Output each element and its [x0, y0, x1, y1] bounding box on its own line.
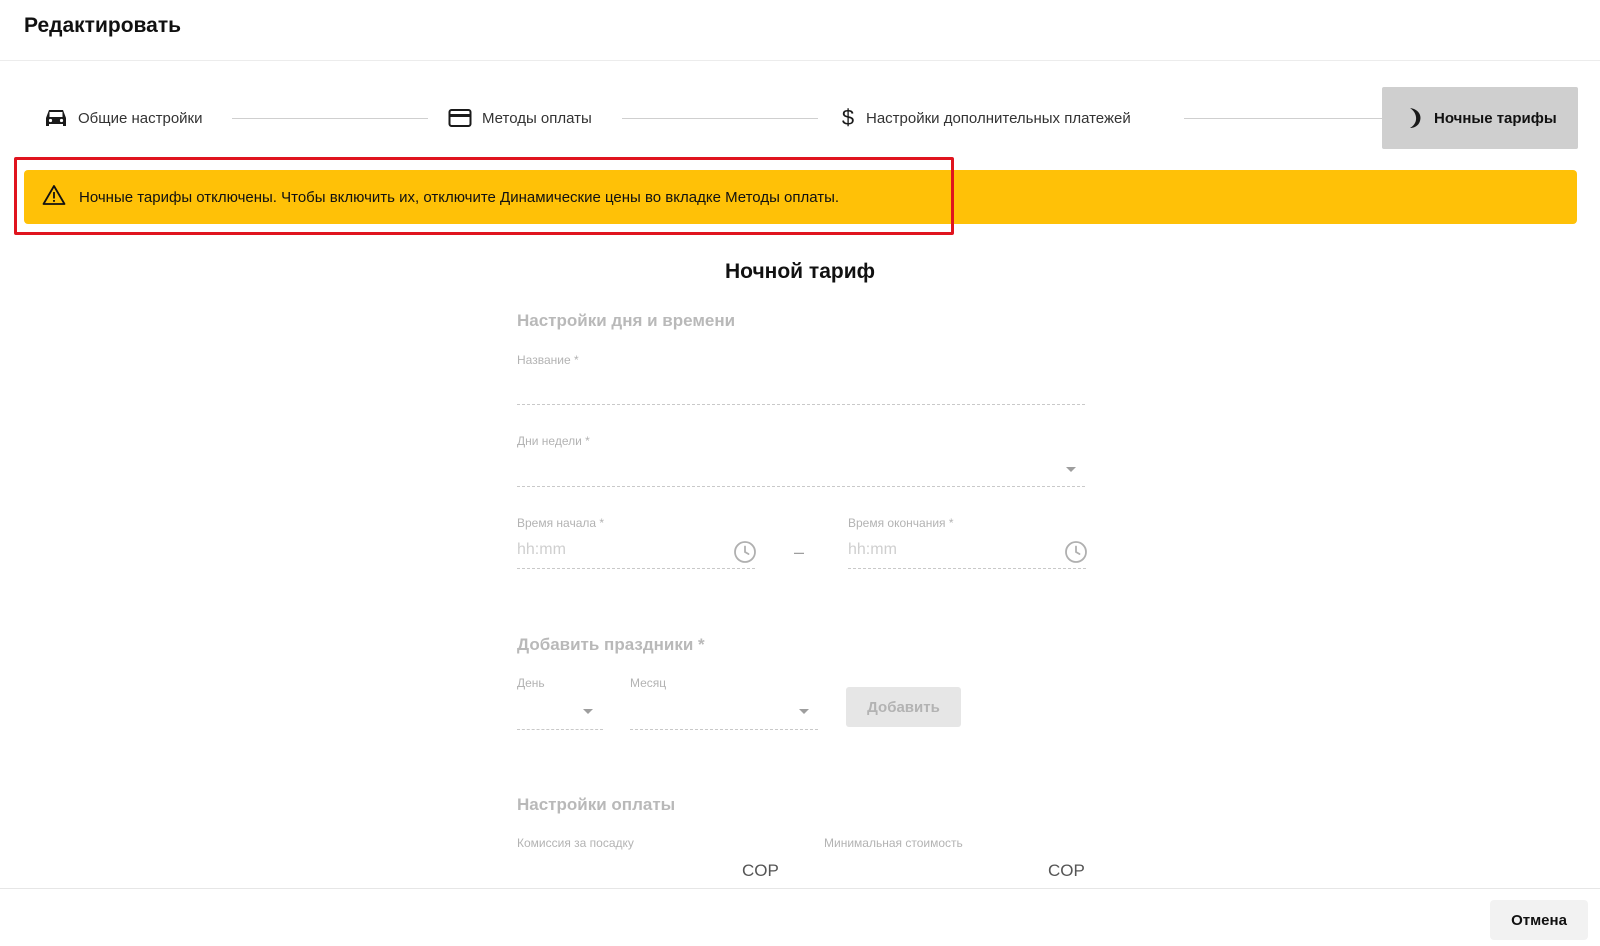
name-input[interactable]	[517, 404, 1085, 405]
cancel-button[interactable]: Отмена	[1490, 900, 1588, 940]
name-label: Название *	[517, 353, 579, 367]
day-select[interactable]	[517, 729, 603, 730]
chevron-down-icon[interactable]	[799, 709, 809, 714]
datetime-section-title: Настройки дня и времени	[517, 311, 736, 330]
holidays-section-title: Добавить праздники *	[517, 635, 705, 654]
start-time-underline	[517, 568, 755, 569]
payment-section-title: Настройки оплаты	[517, 795, 676, 814]
credit-card-icon	[448, 108, 472, 128]
time-range-separator: –	[794, 542, 805, 562]
car-icon	[44, 107, 68, 129]
days-select[interactable]	[517, 486, 1085, 487]
chevron-down-icon[interactable]	[583, 709, 593, 714]
end-time-input[interactable]: hh:mm	[848, 541, 897, 559]
step-connector	[1184, 118, 1382, 119]
step-label: Методы оплаты	[482, 109, 592, 127]
stepper: Общие настройки Методы оплаты $ Настройк…	[0, 87, 1600, 149]
svg-text:$: $	[842, 106, 854, 130]
step-label: Общие настройки	[78, 109, 203, 127]
moon-icon	[1404, 106, 1424, 130]
month-select[interactable]	[630, 729, 818, 730]
dialog-footer	[0, 888, 1600, 946]
step-connector	[232, 118, 428, 119]
step-label: Настройки дополнительных платежей	[866, 109, 1131, 127]
clock-icon[interactable]	[1064, 540, 1088, 569]
chevron-down-icon[interactable]	[1066, 467, 1076, 472]
month-label: Месяц	[630, 676, 667, 690]
add-holiday-button[interactable]: Добавить	[846, 687, 961, 727]
form-title: Ночной тариф	[725, 260, 875, 283]
step-general-settings[interactable]: Общие настройки	[44, 87, 203, 149]
step-extra-payments[interactable]: $ Настройки дополнительных платежей	[840, 87, 1131, 149]
fee-currency: COP	[742, 861, 779, 880]
min-cost-label: Минимальная стоимость	[824, 836, 963, 850]
start-time-label: Время начала *	[517, 516, 605, 530]
step-payment-methods[interactable]: Методы оплаты	[448, 87, 592, 149]
step-night-tariffs[interactable]: Ночные тарифы	[1382, 87, 1578, 149]
dollar-icon: $	[840, 106, 856, 130]
day-label: День	[517, 676, 545, 690]
end-time-label: Время окончания *	[848, 516, 954, 530]
end-time-underline	[848, 568, 1086, 569]
start-time-input[interactable]: hh:mm	[517, 541, 566, 559]
step-label: Ночные тарифы	[1434, 109, 1557, 127]
clock-icon[interactable]	[733, 540, 757, 569]
step-connector	[622, 118, 818, 119]
highlight-box	[14, 157, 954, 235]
page-title: Редактировать	[24, 14, 182, 37]
min-cost-currency: COP	[1048, 861, 1085, 880]
dialog-header: Редактировать	[0, 0, 1600, 61]
days-label: Дни недели *	[517, 434, 590, 448]
fee-label: Комиссия за посадку	[517, 836, 634, 850]
